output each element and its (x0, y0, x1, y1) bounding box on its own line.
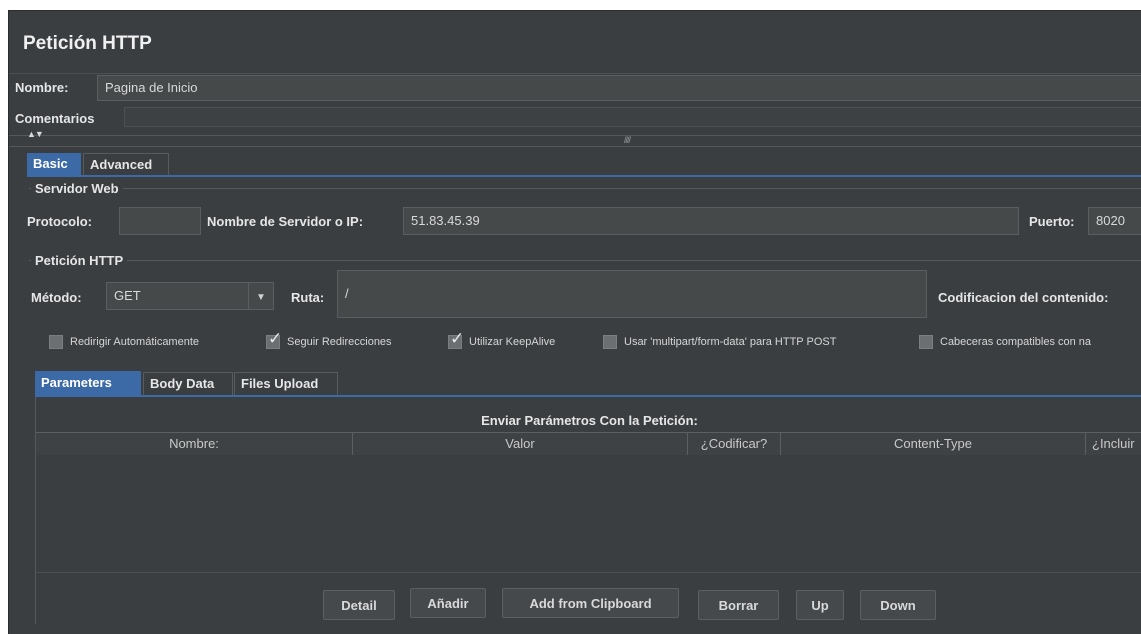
method-select[interactable]: GET ▼ (106, 282, 274, 310)
splitter-grip-icon[interactable]: //// (624, 135, 631, 145)
params-panel: Enviar Parámetros Con la Petición: Nombr… (35, 397, 1141, 624)
divider (36, 572, 1141, 573)
method-dropdown-button[interactable]: ▼ (248, 283, 273, 309)
option-label: Usar 'multipart/form-data' para HTTP POS… (624, 336, 837, 348)
option-keepalive[interactable]: Utilizar KeepAlive (448, 329, 556, 349)
panel-title: Petición HTTP (23, 33, 152, 54)
group-border (29, 188, 1141, 189)
group-border (29, 260, 1141, 261)
params-table-header: Nombre: Valor ¿Codificar? Content-Type ¿… (36, 432, 1141, 456)
column-header-encode[interactable]: ¿Codificar? (688, 433, 781, 455)
checkbox-checked[interactable] (448, 329, 464, 349)
tab-underline (27, 175, 1141, 177)
host-field[interactable]: 51.83.45.39 (403, 207, 1019, 235)
protocol-label: Protocolo: (27, 214, 92, 229)
option-label: Utilizar KeepAlive (469, 336, 556, 348)
method-label: Método: (31, 290, 82, 305)
comments-field[interactable] (124, 107, 1141, 127)
option-label: Seguir Redirecciones (287, 336, 392, 348)
params-caption: Enviar Parámetros Con la Petición: (481, 413, 698, 428)
tab-basic[interactable]: Basic (27, 153, 81, 175)
add-button[interactable]: Añadir (410, 588, 486, 618)
server-group-title: Servidor Web (31, 181, 123, 196)
splitter-bar[interactable] (9, 135, 1141, 147)
checkbox[interactable] (919, 335, 933, 349)
tab-parameters[interactable]: Parameters (35, 371, 141, 395)
option-multipart[interactable]: Usar 'multipart/form-data' para HTTP POS… (603, 335, 836, 349)
http-request-panel: Petición HTTP Nombre: Pagina de Inicio C… (8, 10, 1141, 634)
option-follow-redirects[interactable]: Seguir Redirecciones (266, 329, 392, 349)
column-header-content-type[interactable]: Content-Type (781, 433, 1086, 455)
params-table-body[interactable] (36, 455, 1141, 571)
divider (9, 73, 1141, 74)
port-label: Puerto: (1029, 214, 1075, 229)
checkbox-checked[interactable] (266, 329, 282, 349)
option-label: Cabeceras compatibles con na (940, 336, 1092, 348)
option-redirect-auto[interactable]: Redirigir Automáticamente (49, 335, 199, 349)
column-header-name[interactable]: Nombre: (36, 433, 353, 455)
name-field[interactable]: Pagina de Inicio (97, 75, 1141, 101)
splitter-arrows-icon[interactable]: ▲▼ (27, 129, 44, 139)
method-value: GET (114, 288, 141, 303)
chevron-down-icon: ▼ (256, 292, 266, 303)
request-group-title: Petición HTTP (31, 253, 128, 268)
tab-advanced[interactable]: Advanced (83, 153, 169, 175)
delete-button[interactable]: Borrar (698, 590, 779, 620)
host-label: Nombre de Servidor o IP: (207, 214, 364, 229)
option-label: Redirigir Automáticamente (70, 336, 200, 348)
option-browser-headers[interactable]: Cabeceras compatibles con na (919, 335, 1091, 349)
tab-files-upload[interactable]: Files Upload (234, 372, 338, 395)
path-label: Ruta: (291, 290, 325, 305)
path-field[interactable]: / (337, 270, 927, 318)
tab-body-data[interactable]: Body Data (143, 372, 233, 395)
add-from-clipboard-button[interactable]: Add from Clipboard (502, 588, 679, 618)
detail-button[interactable]: Detail (323, 590, 395, 620)
column-header-value[interactable]: Valor (353, 433, 688, 455)
column-header-include[interactable]: ¿Incluir (1086, 433, 1141, 455)
name-label: Nombre: (15, 80, 69, 95)
protocol-field[interactable] (119, 207, 201, 235)
comments-label: Comentarios (15, 111, 95, 126)
down-button[interactable]: Down (860, 590, 936, 620)
encoding-label: Codificacion del contenido: (938, 290, 1109, 305)
port-field[interactable]: 8020 (1088, 207, 1141, 235)
checkbox[interactable] (49, 335, 63, 349)
up-button[interactable]: Up (796, 590, 844, 620)
checkbox[interactable] (603, 335, 617, 349)
